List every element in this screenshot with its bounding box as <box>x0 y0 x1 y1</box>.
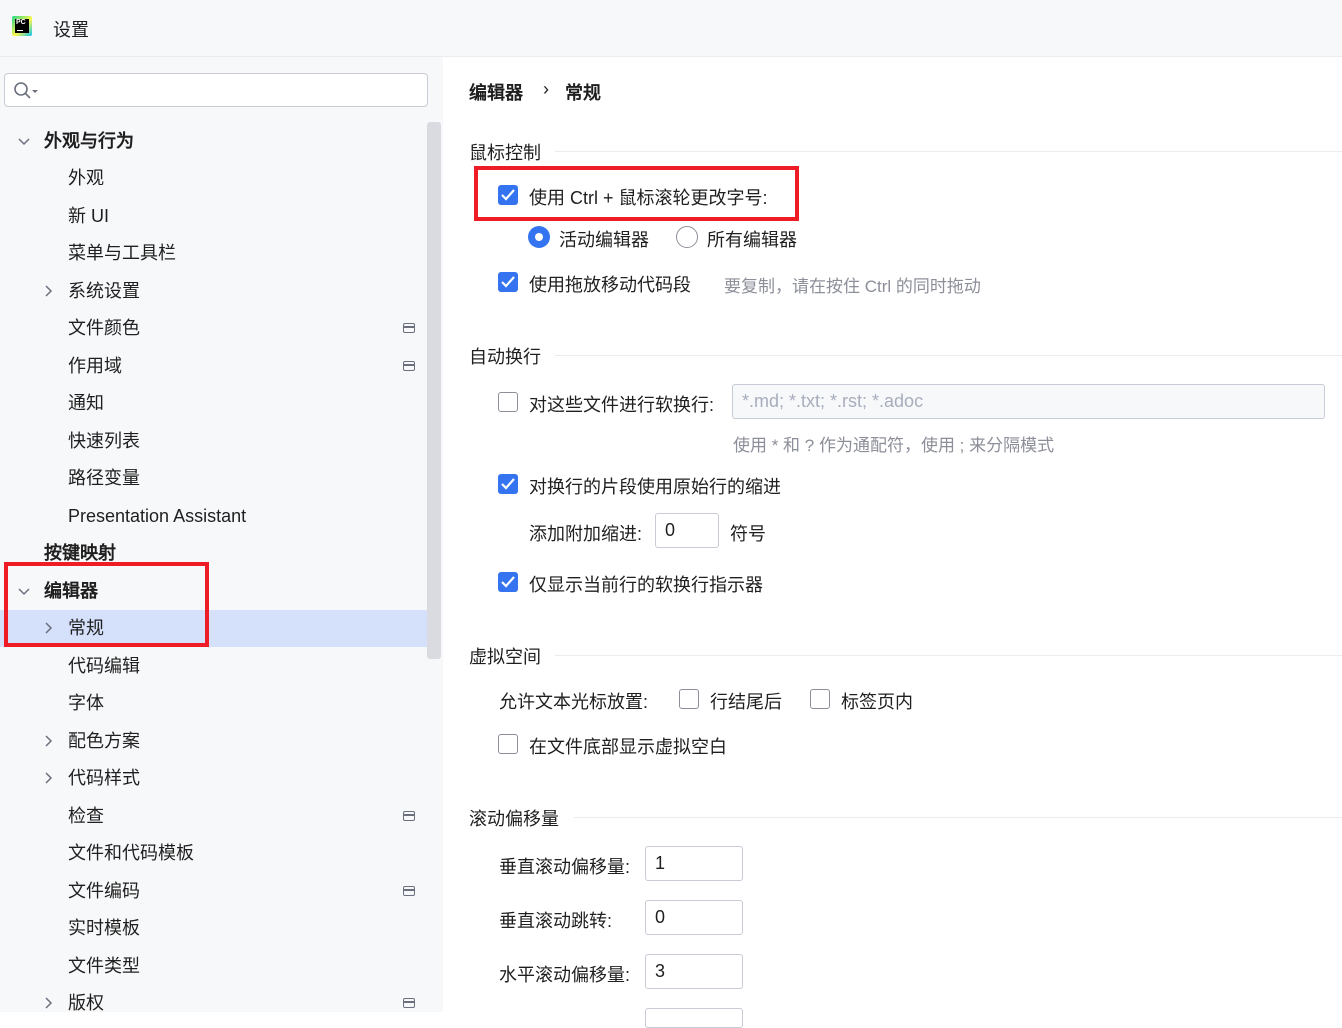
tree-item-code-style[interactable]: 代码样式 <box>0 760 427 797</box>
caret-placement-label: 允许文本光标放置: <box>499 692 649 712</box>
section-divider <box>555 151 1342 152</box>
tree-item-scopes[interactable]: 作用域 <box>0 348 427 385</box>
check-icon <box>501 478 515 490</box>
chevron-right-icon[interactable] <box>42 772 54 784</box>
project-scope-icon <box>403 811 415 821</box>
section-divider <box>574 817 1342 818</box>
radio-all-editors[interactable] <box>676 226 698 248</box>
chevron-right-icon[interactable] <box>42 997 54 1009</box>
horizontal-offset-input[interactable]: 3 <box>645 954 743 989</box>
breadcrumb-separator: › <box>543 79 549 99</box>
wrap-indent-checkbox[interactable] <box>498 474 518 494</box>
extra-indent-unit: 符号 <box>730 524 766 544</box>
tree-item-font[interactable]: 字体 <box>0 685 427 722</box>
tree-item-appearance[interactable]: 外观 <box>0 160 427 197</box>
tree-item-file-types[interactable]: 文件类型 <box>0 948 427 985</box>
project-scope-icon <box>403 323 415 333</box>
drag-drop-hint: 要复制，请在按住 Ctrl 的同时拖动 <box>724 277 981 296</box>
tree-item-path-variables[interactable]: 路径变量 <box>0 460 427 497</box>
tree-item-copyright[interactable]: 版权 <box>0 985 427 1022</box>
current-line-indicator-checkbox[interactable] <box>498 572 518 592</box>
section-title-mouse: 鼠标控制 <box>469 143 541 163</box>
section-divider <box>555 355 1342 356</box>
vertical-offset-input[interactable]: 1 <box>645 846 743 881</box>
breadcrumb-general: 常规 <box>565 83 601 103</box>
chevron-right-icon[interactable] <box>42 285 54 297</box>
check-icon <box>501 576 515 588</box>
project-scope-icon <box>403 998 415 1008</box>
sidebar-scrollbar[interactable] <box>427 122 441 659</box>
tree-item-live-templates[interactable]: 实时模板 <box>0 910 427 947</box>
tree-item-menus-toolbars[interactable]: 菜单与工具栏 <box>0 235 427 272</box>
after-eol-checkbox[interactable] <box>679 689 699 709</box>
tree-item-code-editing[interactable]: 代码编辑 <box>0 648 427 685</box>
search-icon <box>14 82 38 99</box>
soft-wrap-files-hint: 使用 * 和 ? 作为通配符，使用 ; 来分隔模式 <box>733 436 1055 455</box>
tree-item-quick-lists[interactable]: 快速列表 <box>0 423 427 460</box>
section-title-virtual-space: 虚拟空间 <box>469 647 541 667</box>
tree-item-inspections[interactable]: 检查 <box>0 798 427 835</box>
soft-wrap-files-label: 对这些文件进行软换行: <box>529 395 714 415</box>
drag-drop-label: 使用拖放移动代码段 <box>529 275 691 295</box>
vertical-jump-label: 垂直滚动跳转: <box>499 911 613 931</box>
inside-tabs-label: 标签页内 <box>841 692 913 712</box>
project-scope-icon <box>403 361 415 371</box>
window-title: 设置 <box>53 20 89 40</box>
show-virtual-space-checkbox[interactable] <box>498 734 518 754</box>
current-line-indicator-label: 仅显示当前行的软换行指示器 <box>529 575 763 595</box>
settings-content: 编辑器 › 常规 鼠标控制 使用 Ctrl + 鼠标滚轮更改字号: 活动编辑器 … <box>443 57 1342 1028</box>
radio-active-editor-label: 活动编辑器 <box>559 230 649 250</box>
vertical-jump-input[interactable]: 0 <box>645 900 743 935</box>
extra-indent-input[interactable]: 0 <box>655 513 719 548</box>
inside-tabs-checkbox[interactable] <box>810 689 830 709</box>
soft-wrap-files-checkbox[interactable] <box>498 392 518 412</box>
radio-active-editor[interactable] <box>528 226 550 248</box>
search-input[interactable] <box>4 73 428 107</box>
chevron-right-icon[interactable] <box>42 735 54 747</box>
vertical-offset-label: 垂直滚动偏移量: <box>499 857 631 877</box>
pycharm-logo-icon: PC <box>12 16 32 36</box>
extra-indent-label: 添加附加缩进: <box>529 524 643 544</box>
highlight-box-editor-general <box>4 562 209 647</box>
radio-all-editors-label: 所有编辑器 <box>707 230 797 250</box>
show-virtual-space-label: 在文件底部显示虚拟空白 <box>529 737 727 757</box>
tree-item-file-code-templates[interactable]: 文件和代码模板 <box>0 835 427 872</box>
project-scope-icon <box>403 886 415 896</box>
section-title-scroll-offset: 滚动偏移量 <box>469 809 559 829</box>
highlight-box-ctrl-wheel <box>474 166 799 221</box>
tree-item-color-scheme[interactable]: 配色方案 <box>0 723 427 760</box>
breadcrumb-editor[interactable]: 编辑器 <box>469 79 523 105</box>
tree-item-file-colors[interactable]: 文件颜色 <box>0 310 427 347</box>
section-divider <box>555 655 1342 656</box>
after-eol-label: 行结尾后 <box>710 692 782 712</box>
drag-drop-checkbox[interactable] <box>498 272 518 292</box>
tree-item-new-ui[interactable]: 新 UI <box>0 198 427 235</box>
chevron-down-icon[interactable] <box>18 135 30 147</box>
tree-item-system-settings[interactable]: 系统设置 <box>0 273 427 310</box>
tree-item-file-encodings[interactable]: 文件编码 <box>0 873 427 910</box>
section-title-soft-wrap: 自动换行 <box>469 347 541 367</box>
tree-item-notifications[interactable]: 通知 <box>0 385 427 422</box>
horizontal-offset-label: 水平滚动偏移量: <box>499 965 631 985</box>
soft-wrap-files-input[interactable]: *.md; *.txt; *.rst; *.adoc <box>732 384 1325 419</box>
tree-item-appearance-behavior[interactable]: 外观与行为 <box>0 123 427 160</box>
check-icon <box>501 276 515 288</box>
tree-item-presentation-assistant[interactable]: Presentation Assistant <box>0 498 427 535</box>
settings-sidebar: 外观与行为 外观 新 UI 菜单与工具栏 系统设置 文件颜色 作用域 通知 快速… <box>0 57 443 1013</box>
title-bar: PC 设置 <box>0 0 1342 57</box>
partial-input-below[interactable] <box>645 1008 743 1028</box>
wrap-indent-label: 对换行的片段使用原始行的缩进 <box>529 477 781 497</box>
